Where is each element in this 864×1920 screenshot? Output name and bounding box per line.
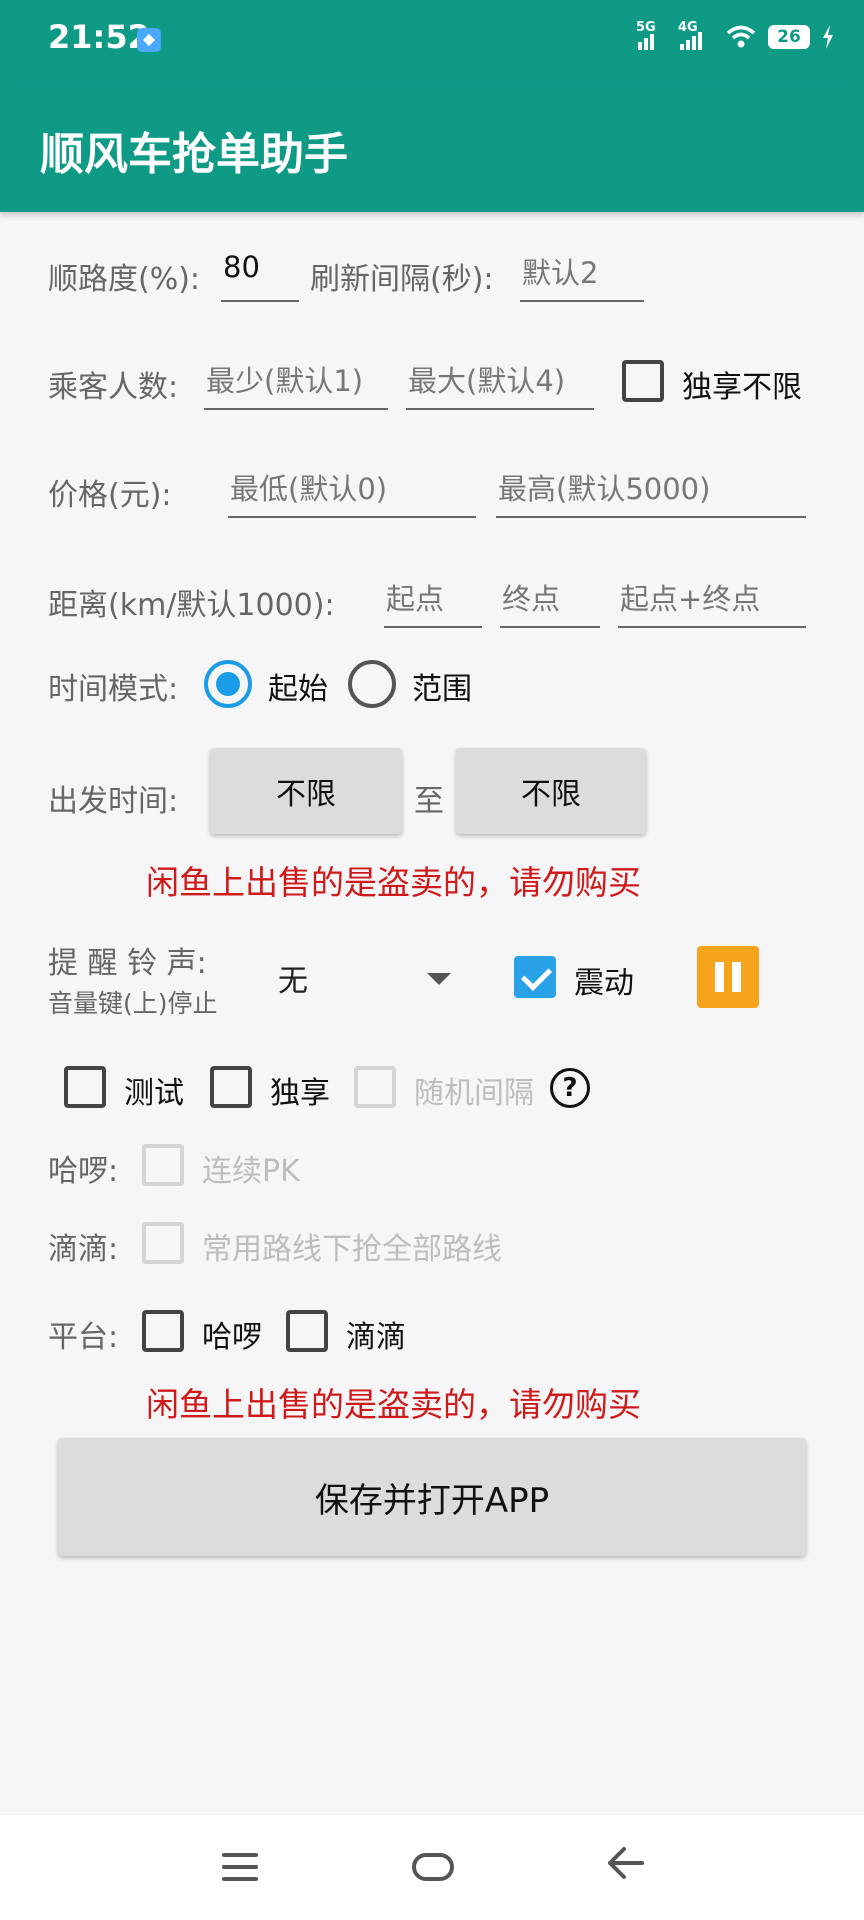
status-indicators: 5G 4G 26 <box>636 20 834 50</box>
depart-time-label: 出发时间: <box>48 784 179 819</box>
charging-icon <box>823 25 833 49</box>
platform-didi-label: 滴滴 <box>346 1320 406 1355</box>
refresh-label: 刷新间隔(秒): <box>310 262 494 297</box>
save-open-app-button[interactable]: 保存并打开APP <box>58 1438 806 1556</box>
wifi-icon <box>726 25 756 48</box>
price-min-input[interactable]: 最低(默认0) <box>228 466 476 518</box>
distance-both-input[interactable]: 起点+终点 <box>618 576 806 628</box>
halo-continuous-pk-checkbox <box>142 1144 184 1186</box>
distance-end-input[interactable]: 终点 <box>500 576 600 628</box>
platform-halo-label: 哈啰 <box>202 1320 262 1355</box>
platform-halo-checkbox[interactable] <box>142 1310 184 1352</box>
pause-icon[interactable] <box>697 946 759 1008</box>
signal-4g-icon: 4G <box>678 20 714 50</box>
ringtone-dropdown[interactable]: 无 <box>270 948 456 1008</box>
depart-from-button[interactable]: 不限 <box>210 748 402 834</box>
ring-sublabel: 音量键(上)停止 <box>48 989 218 1018</box>
exclusive-unlimited-checkbox[interactable] <box>622 360 664 402</box>
warning-text-bottom: 闲鱼上出售的是盗卖的，请勿购买 <box>146 1385 641 1424</box>
didi-label: 滴滴: <box>48 1232 119 1267</box>
halo-label: 哈啰: <box>48 1154 119 1189</box>
help-icon[interactable]: ? <box>550 1068 590 1108</box>
time-mode-label: 时间模式: <box>48 672 179 707</box>
passengers-label: 乘客人数: <box>48 370 179 405</box>
app-bar: 顺风车抢单助手 <box>0 86 864 212</box>
price-label: 价格(元): <box>48 478 172 513</box>
status-time: 21:52 <box>48 18 150 56</box>
exclusive-checkbox[interactable] <box>210 1066 252 1108</box>
halo-continuous-pk-label: 连续PK <box>202 1154 300 1189</box>
time-mode-start-label: 起始 <box>268 672 328 707</box>
random-interval-checkbox <box>354 1066 396 1108</box>
ring-label: 提 醒 铃 声: <box>48 946 207 981</box>
exclusive-label: 独享 <box>270 1076 330 1111</box>
didi-all-routes-label: 常用路线下抢全部路线 <box>202 1232 502 1267</box>
platform-label: 平台: <box>48 1320 119 1355</box>
time-mode-range-radio[interactable] <box>348 660 396 708</box>
time-mode-range-label: 范围 <box>412 672 472 707</box>
route-degree-input[interactable]: 80 <box>221 250 299 302</box>
vibrate-label: 震动 <box>574 966 634 1001</box>
app-notification-icon <box>137 28 161 52</box>
distance-label: 距离(km/默认1000): <box>48 588 335 623</box>
passengers-min-input[interactable]: 最少(默认1) <box>204 358 388 410</box>
battery-indicator: 26 <box>768 25 810 49</box>
app-title: 顺风车抢单助手 <box>40 129 348 180</box>
test-checkbox[interactable] <box>64 1066 106 1108</box>
vibrate-checkbox[interactable] <box>514 956 556 998</box>
time-mode-start-radio[interactable] <box>204 660 252 708</box>
platform-didi-checkbox[interactable] <box>286 1310 328 1352</box>
status-bar: 21:52 5G 4G 26 <box>0 0 864 86</box>
test-label: 测试 <box>124 1076 184 1111</box>
exclusive-unlimited-label: 独享不限 <box>682 370 802 405</box>
menu-icon[interactable] <box>222 1853 258 1889</box>
refresh-interval-input[interactable]: 默认2 <box>520 250 644 302</box>
price-max-input[interactable]: 最高(默认5000) <box>496 466 806 518</box>
distance-start-input[interactable]: 起点 <box>384 576 482 628</box>
signal-5g-icon: 5G <box>636 20 668 50</box>
system-nav-bar <box>0 1815 864 1920</box>
route-label: 顺路度(%): <box>48 262 201 297</box>
home-icon[interactable] <box>412 1853 454 1881</box>
dropdown-arrow-icon <box>427 973 451 985</box>
passengers-max-input[interactable]: 最大(默认4) <box>406 358 594 410</box>
warning-text: 闲鱼上出售的是盗卖的，请勿购买 <box>146 863 641 902</box>
depart-to-button[interactable]: 不限 <box>456 748 646 834</box>
ringtone-selected: 无 <box>278 964 308 999</box>
random-interval-label: 随机间隔 <box>414 1076 534 1111</box>
didi-all-routes-checkbox <box>142 1222 184 1264</box>
back-icon[interactable] <box>606 1845 646 1881</box>
depart-to-label: 至 <box>414 784 444 819</box>
